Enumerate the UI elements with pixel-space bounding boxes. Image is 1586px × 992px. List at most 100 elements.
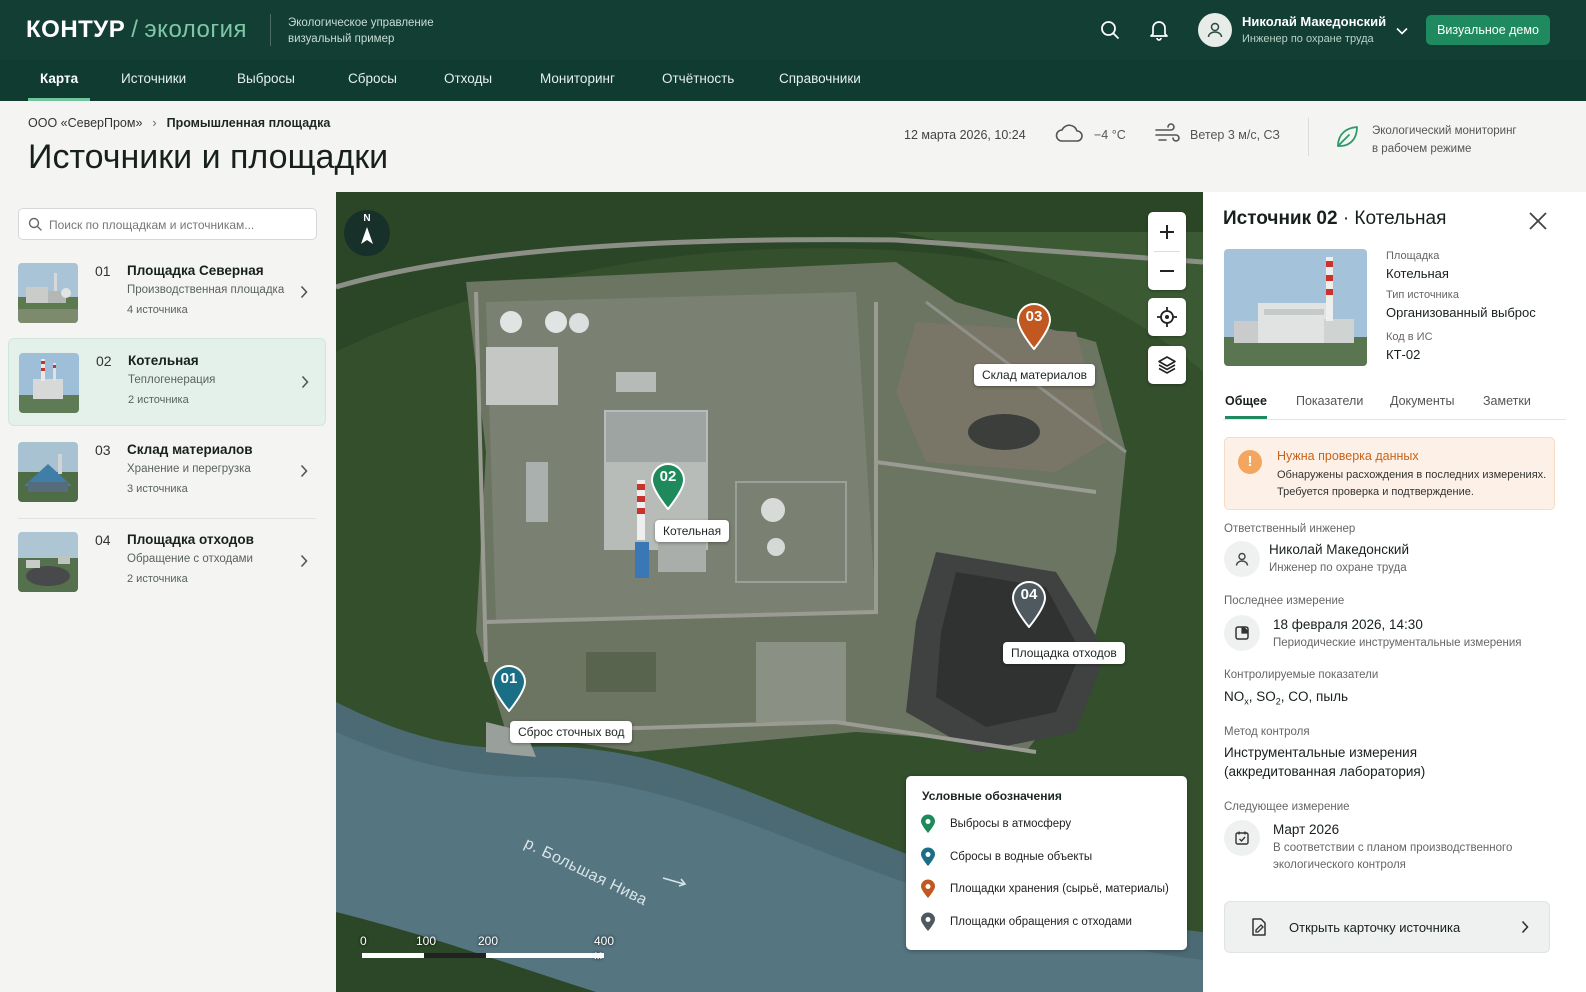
alert-text: Обнаружены расхождения в последних измер…: [1277, 469, 1547, 498]
chevron-down-icon: [1396, 22, 1408, 40]
map-label-waste[interactable]: Площадка отходов: [1003, 642, 1125, 664]
search-icon[interactable]: [1097, 17, 1123, 43]
breadcrumb-company[interactable]: ООО «СеверПром»: [28, 116, 142, 130]
tab-general[interactable]: Общее: [1225, 394, 1267, 419]
map-label-wastewater[interactable]: Сброс сточных вод: [510, 721, 633, 743]
method-label: Метод контроля: [1224, 726, 1310, 738]
param-nox: NO: [1224, 689, 1245, 704]
chevron-right-icon: [1521, 920, 1529, 939]
locate-button[interactable]: [1148, 298, 1186, 336]
site-number: 03: [95, 442, 111, 458]
scale-tick: 200: [478, 934, 499, 948]
tab-documents[interactable]: Документы: [1390, 394, 1454, 408]
map-marker-01[interactable]: 01: [491, 664, 527, 713]
nav-item-sources[interactable]: Источники: [121, 60, 186, 101]
alert-title: Нужна проверка данных: [1277, 449, 1419, 463]
site-item-02[interactable]: 02 Котельная Теплогенерация 2 источника: [8, 338, 326, 426]
legend-title: Условные обозначения: [922, 789, 1062, 803]
monitoring-status: Экологический мониторинг в рабочем режим…: [1334, 122, 1542, 158]
next-measurement-value: Март 2026: [1273, 822, 1340, 837]
bell-icon[interactable]: [1146, 17, 1172, 43]
site-thumbnail: [18, 442, 78, 502]
method-line2: (аккредитованная лаборатория): [1224, 764, 1426, 779]
site-item-03[interactable]: 03 Склад материалов Хранение и перегрузк…: [8, 428, 326, 516]
user-role: Инженер по охране труда: [1242, 33, 1374, 45]
site-item-01[interactable]: 01 Площадка Северная Производственная пл…: [8, 249, 326, 337]
nav-item-map[interactable]: Карта: [27, 60, 91, 101]
legend-label: Выбросы в атмосферу: [950, 818, 1072, 830]
site-description: Хранение и перегрузка: [127, 463, 251, 475]
layers-button[interactable]: [1148, 346, 1186, 384]
scale-tick: 0: [360, 934, 367, 948]
weather-wind: Ветер 3 м/с, СЗ: [1154, 122, 1280, 147]
nav-item-discharges[interactable]: Сбросы: [348, 60, 397, 101]
zoom-in-button[interactable]: [1148, 212, 1186, 251]
legend-item-waste: Площадки обращения с отходами: [920, 912, 1132, 932]
data-check-alert: ! Нужна проверка данных Обнаружены расхо…: [1224, 437, 1555, 510]
visual-demo-button[interactable]: Визуальное демо: [1426, 15, 1550, 45]
is-code-label: Код в ИС: [1386, 331, 1433, 343]
leaf-icon: [1334, 124, 1360, 155]
app-subtitle: Экологическое управление визуальный прим…: [288, 15, 458, 47]
site-description: Теплогенерация: [128, 374, 216, 386]
cloud-icon: [1054, 122, 1084, 147]
site-description: Обращение с отходами: [127, 553, 253, 565]
site-item-04[interactable]: 04 Площадка отходов Обращение с отходами…: [8, 518, 326, 606]
nav-item-monitoring[interactable]: Мониторинг: [540, 60, 615, 101]
site-number: 01: [95, 263, 111, 279]
search-icon: [28, 217, 42, 236]
plus-icon: [1160, 224, 1174, 239]
legend-item-emissions: Выбросы в атмосферу: [920, 814, 1071, 834]
search-box[interactable]: [18, 208, 317, 240]
crosshair-icon: [1157, 307, 1177, 327]
last-measurement-note: Периодические инструментальные измерения: [1273, 637, 1522, 649]
document-edit-icon: [1249, 917, 1269, 942]
nav-item-references[interactable]: Справочники: [779, 60, 861, 101]
satellite-map[interactable]: N 03 Склад материалов 02 Котельная 04 Пл…: [336, 192, 1203, 992]
site-name: Склад материалов: [127, 442, 253, 457]
compass-control[interactable]: N: [344, 210, 390, 256]
current-datetime: 12 марта 2026, 10:24: [904, 128, 1026, 142]
last-measurement-label: Последнее измерение: [1224, 595, 1345, 607]
last-measurement-value: 18 февраля 2026, 14:30: [1273, 617, 1423, 632]
next-measurement-note1: В соответствии с планом производственног…: [1273, 842, 1513, 854]
chevron-right-icon: [300, 285, 308, 304]
tab-notes[interactable]: Заметки: [1483, 394, 1531, 408]
legend-label: Площадки хранения (сырьё, материалы): [950, 883, 1169, 895]
map-marker-04[interactable]: 04: [1011, 580, 1047, 629]
map-marker-number: 04: [1020, 586, 1038, 603]
map-marker-03[interactable]: 03: [1016, 302, 1052, 351]
param-nox-sub: x: [1244, 696, 1249, 707]
is-code-value: КТ-02: [1386, 347, 1421, 362]
layers-icon: [1158, 356, 1176, 374]
site-name: Котельная: [128, 353, 199, 368]
source-type-label: Тип источника: [1386, 289, 1459, 301]
legend-label: Площадки обращения с отходами: [950, 916, 1132, 928]
params-value: NOx, SO2, CO, пыль: [1224, 689, 1348, 707]
map-label-boiler[interactable]: Котельная: [655, 520, 730, 542]
app-header: КОНТУР / экология Экологическое управление…: [0, 0, 1586, 60]
param-so2: SO: [1256, 689, 1276, 704]
map-label-storage[interactable]: Склад материалов: [974, 364, 1095, 386]
wind-icon: [1154, 122, 1180, 147]
open-source-card-button[interactable]: Открыть карточку источника: [1224, 901, 1550, 953]
source-type-value: Организованный выброс: [1386, 305, 1536, 320]
map-marker-02[interactable]: 02: [650, 462, 686, 511]
main-nav: Карта Источники Выбросы Сбросы Отходы Мо…: [0, 60, 1586, 101]
zoom-out-button[interactable]: [1148, 251, 1186, 290]
map-legend: Условные обозначения Выбросы в атмосферу…: [906, 776, 1187, 950]
chevron-right-icon: ›: [152, 116, 157, 130]
site-thumbnail: [18, 263, 78, 323]
engineer-name[interactable]: Николай Македонский: [1269, 542, 1409, 557]
nav-item-emissions[interactable]: Выбросы: [237, 60, 295, 101]
wind-value: Ветер 3 м/с, СЗ: [1190, 127, 1280, 142]
user-menu[interactable]: Николай Македонский Инженер по охране тр…: [1198, 10, 1418, 50]
close-icon[interactable]: [1527, 210, 1551, 234]
tab-indicators[interactable]: Показатели: [1296, 394, 1363, 408]
chevron-right-icon: [300, 554, 308, 573]
search-input[interactable]: [49, 215, 309, 235]
header-divider: [1308, 118, 1309, 156]
nav-item-reports[interactable]: Отчётность: [662, 60, 734, 101]
app-logo[interactable]: КОНТУР / экология: [26, 16, 247, 44]
nav-item-waste[interactable]: Отходы: [444, 60, 492, 101]
